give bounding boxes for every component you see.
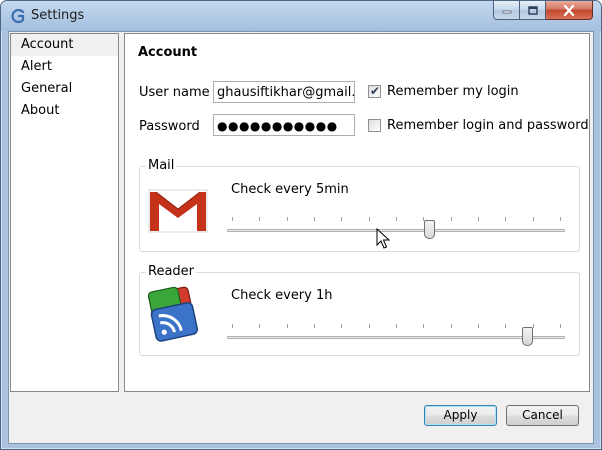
close-icon	[563, 4, 575, 16]
dialog-client-area: Account Alert General About Account User…	[8, 31, 594, 444]
slider-tick	[341, 217, 342, 221]
minimize-button[interactable]	[493, 1, 520, 20]
google-reader-icon	[147, 286, 198, 342]
mail-slider-thumb[interactable]	[423, 220, 435, 239]
close-button[interactable]	[546, 1, 593, 20]
slider-tick	[423, 217, 424, 221]
settings-nav-list[interactable]: Account Alert General About	[10, 33, 119, 392]
remember-login-checkbox[interactable]: ✔	[368, 84, 381, 98]
gmail-icon	[148, 189, 208, 233]
slider-tick	[232, 217, 233, 221]
settings-window: Settings Account Alert General About Acc…	[0, 0, 602, 450]
slider-tick	[232, 324, 233, 328]
slider-tick	[396, 217, 397, 221]
remember-password-label[interactable]: Remember login and password	[387, 118, 589, 133]
password-label: Password	[139, 119, 200, 134]
slider-tick	[533, 324, 534, 328]
slider-tick	[451, 217, 452, 221]
username-input[interactable]: ghausiftikhar@gmail.com	[213, 81, 355, 103]
slider-tick	[259, 324, 260, 328]
maximize-icon	[527, 5, 538, 15]
slider-tick	[478, 324, 479, 328]
nav-item-general[interactable]: General	[11, 78, 118, 100]
apply-button[interactable]: Apply	[424, 405, 497, 426]
minimize-icon	[502, 10, 511, 14]
remember-login-label[interactable]: Remember my login	[387, 84, 519, 99]
username-label: User name	[139, 85, 210, 100]
nav-item-account[interactable]: Account	[11, 34, 118, 56]
slider-tick	[533, 217, 534, 221]
mail-group-label: Mail	[146, 158, 177, 173]
slider-tick	[505, 217, 506, 221]
slider-tick	[369, 324, 370, 328]
slider-tick	[314, 217, 315, 221]
maximize-button[interactable]	[520, 1, 546, 20]
slider-tick	[287, 217, 288, 221]
app-logo-icon	[11, 8, 25, 24]
slider-tick	[560, 324, 561, 328]
nav-item-alert[interactable]: Alert	[11, 56, 118, 78]
window-title: Settings	[31, 8, 85, 23]
title-bar[interactable]: Settings	[1, 1, 601, 31]
slider-tick	[314, 324, 315, 328]
slider-tick	[341, 324, 342, 328]
cancel-button[interactable]: Cancel	[506, 405, 579, 426]
slider-tick	[560, 217, 561, 221]
panel-title: Account	[138, 45, 198, 60]
mouse-cursor-icon	[376, 228, 390, 249]
reader-slider-track[interactable]	[227, 336, 565, 339]
reader-interval-text: Check every 1h	[231, 288, 333, 303]
window-controls	[493, 1, 595, 21]
mail-interval-text: Check every 5min	[231, 182, 349, 197]
remember-password-checkbox[interactable]	[368, 119, 381, 132]
slider-tick	[505, 324, 506, 328]
checkmark-icon: ✔	[370, 84, 381, 98]
mail-slider-track[interactable]	[227, 229, 565, 232]
slider-tick	[369, 217, 370, 221]
password-input[interactable]: ●●●●●●●●●●●	[213, 114, 355, 136]
nav-item-about[interactable]: About	[11, 100, 118, 122]
account-settings-panel: Account User name ghausiftikhar@gmail.co…	[124, 33, 590, 392]
reader-slider-thumb[interactable]	[522, 327, 534, 346]
slider-tick	[287, 324, 288, 328]
slider-tick	[396, 324, 397, 328]
slider-tick	[478, 217, 479, 221]
slider-tick	[423, 324, 424, 328]
slider-tick	[259, 217, 260, 221]
reader-group-label: Reader	[146, 264, 197, 279]
slider-tick	[451, 324, 452, 328]
